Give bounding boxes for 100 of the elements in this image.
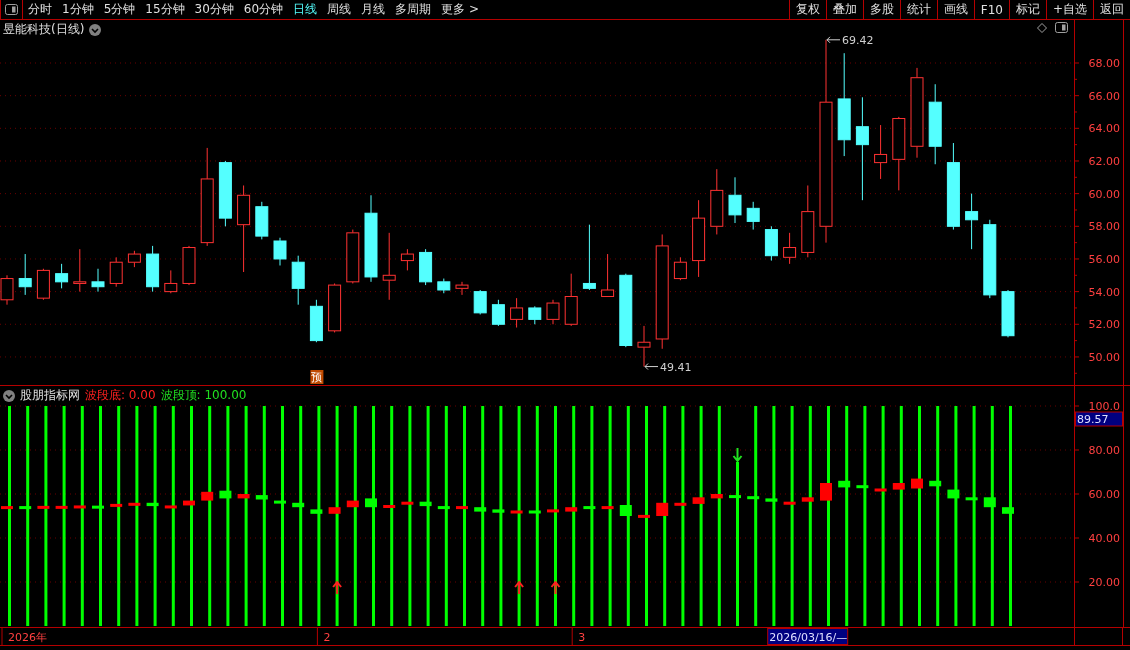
candlestick bbox=[382, 232, 396, 301]
indicator-block bbox=[274, 500, 286, 504]
down-arrow-icon bbox=[732, 447, 743, 463]
indicator-block bbox=[801, 497, 814, 502]
panel-toggle-icon[interactable] bbox=[1055, 22, 1068, 33]
period-tab[interactable]: 分时 bbox=[23, 0, 57, 19]
candlestick bbox=[710, 168, 724, 235]
candlestick bbox=[673, 256, 687, 281]
indicator-block bbox=[365, 498, 377, 508]
date-axis-label: 3 bbox=[578, 631, 586, 644]
indicator-block bbox=[765, 498, 778, 502]
candlestick bbox=[437, 278, 451, 294]
date-axis-label: 2026年 bbox=[8, 631, 47, 644]
candlestick bbox=[164, 269, 178, 294]
indicator-block bbox=[619, 505, 632, 516]
price-extreme-label: 69.42 bbox=[842, 33, 874, 47]
candlestick bbox=[55, 263, 69, 289]
indicator-block bbox=[456, 506, 468, 510]
period-tab[interactable]: 1分钟 bbox=[57, 0, 99, 19]
indicator-block bbox=[292, 502, 305, 508]
indicator-block bbox=[947, 489, 960, 499]
indicator-block bbox=[911, 478, 923, 489]
indicator-block bbox=[729, 495, 741, 499]
indicator-block bbox=[692, 497, 705, 504]
axis-label: 62.00 bbox=[1088, 155, 1120, 168]
period-tab[interactable]: 60分钟 bbox=[238, 0, 289, 19]
indicator-block bbox=[492, 509, 505, 513]
indicator-block bbox=[583, 506, 596, 510]
period-tab[interactable]: 更多 > bbox=[436, 0, 484, 19]
indicator-block bbox=[401, 501, 414, 505]
candlestick bbox=[18, 253, 32, 296]
axis-label: 100.0 bbox=[1088, 400, 1120, 413]
period-tab[interactable]: 多周期 bbox=[390, 0, 437, 19]
chevron-down-icon[interactable] bbox=[3, 389, 15, 402]
indicator-block bbox=[183, 500, 195, 506]
indicator-block bbox=[237, 494, 250, 499]
legend-value: 波段顶: 100.00 bbox=[160, 387, 247, 404]
indicator-block bbox=[1002, 507, 1014, 514]
candlestick bbox=[510, 297, 524, 329]
indicator-block bbox=[37, 505, 50, 509]
candlestick bbox=[783, 232, 797, 265]
chevron-down-icon[interactable] bbox=[89, 23, 102, 36]
indicator-block bbox=[820, 483, 832, 501]
indicator-block bbox=[146, 502, 159, 507]
axis-label: 54.00 bbox=[1088, 285, 1120, 299]
up-arrow-icon bbox=[514, 580, 525, 595]
indicator-block bbox=[983, 497, 996, 508]
candlestick bbox=[309, 299, 323, 343]
candlestick bbox=[346, 229, 360, 284]
axis-label: 40.00 bbox=[1088, 532, 1120, 545]
leader-arrow bbox=[644, 363, 659, 371]
axis-label: 50.00 bbox=[1088, 350, 1120, 364]
candlestick bbox=[291, 255, 305, 306]
axis-label: 60.00 bbox=[1088, 187, 1120, 201]
candlestick bbox=[746, 201, 760, 231]
axis-label: 58.00 bbox=[1088, 220, 1120, 234]
period-tab[interactable]: 15分钟 bbox=[140, 0, 190, 19]
period-tab[interactable]: 月线 bbox=[356, 0, 391, 19]
indicator-block bbox=[419, 501, 432, 507]
indicator-block bbox=[437, 506, 450, 510]
candlestick bbox=[400, 248, 414, 271]
candlestick bbox=[491, 299, 505, 327]
indicator-block bbox=[656, 502, 669, 516]
cursor-date-label: 2026/03/16/— bbox=[767, 628, 849, 645]
candlestick bbox=[564, 273, 578, 327]
indicator-block bbox=[110, 503, 123, 507]
price-extreme-label: 49.41 bbox=[660, 360, 692, 374]
candlestick bbox=[255, 201, 269, 240]
indicator-block bbox=[783, 501, 796, 505]
candlestick bbox=[109, 256, 123, 288]
period-tab[interactable]: 5分钟 bbox=[98, 0, 141, 19]
sidebar-toggle-button[interactable] bbox=[0, 0, 23, 19]
diamond-icon[interactable] bbox=[1037, 22, 1047, 33]
indicator-block bbox=[601, 506, 614, 510]
indicator-block bbox=[710, 494, 723, 499]
candlestick bbox=[455, 281, 469, 296]
indicator-block bbox=[856, 485, 869, 489]
date-axis-label: 2 bbox=[323, 631, 331, 644]
leader-arrow bbox=[826, 36, 841, 44]
candlestick bbox=[874, 124, 888, 180]
axis-label: 56.00 bbox=[1088, 252, 1120, 266]
panel-toggle-icon[interactable] bbox=[5, 4, 18, 15]
indicator-block bbox=[73, 505, 86, 509]
candlestick bbox=[1001, 289, 1015, 338]
indicator-block bbox=[1, 506, 13, 510]
indicator-block bbox=[310, 509, 323, 514]
current-value-tag: 89.57 bbox=[1075, 411, 1123, 427]
candlestick bbox=[546, 299, 560, 325]
indicator-block bbox=[929, 480, 942, 487]
period-tab[interactable]: 日线 bbox=[288, 0, 323, 19]
indicator-block bbox=[201, 491, 214, 501]
candlestick bbox=[36, 268, 50, 301]
period-tab[interactable]: 周线 bbox=[322, 0, 357, 19]
indicator-block bbox=[638, 514, 650, 518]
indicator-block bbox=[128, 502, 141, 506]
candlestick bbox=[528, 305, 542, 325]
candlestick bbox=[728, 176, 742, 224]
candlestick bbox=[601, 253, 615, 297]
period-tab[interactable]: 30分钟 bbox=[189, 0, 239, 19]
indicator-block bbox=[55, 505, 68, 509]
